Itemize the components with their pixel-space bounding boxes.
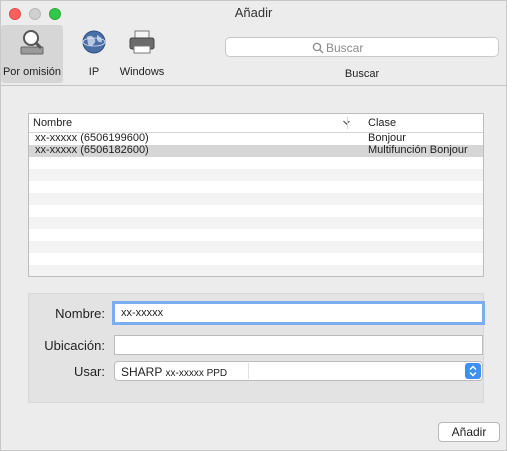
row-printer-class: Multifunción Bonjour: [368, 144, 468, 156]
row-printer-name: xx-xxxxx (6506199600): [35, 132, 149, 144]
empty-row: [29, 241, 483, 253]
printer-details-form: Nombre: xx-xxxxx Ubicación: Usar: SHARP …: [28, 293, 485, 403]
search-input[interactable]: Buscar: [225, 37, 499, 57]
window-title: Añadir: [234, 5, 273, 20]
printer-list-table[interactable]: Nombre Clase xx-xxxxx (6506199600) Bonjo…: [28, 113, 484, 277]
location-field-label: Ubicación:: [44, 338, 105, 353]
empty-row: [29, 265, 483, 276]
column-divider: [347, 117, 348, 129]
empty-row: [29, 217, 483, 229]
toolbar-windows-button[interactable]: Windows: [115, 25, 169, 83]
title-bar: Añadir: [1, 1, 506, 23]
select-arrows-icon[interactable]: [465, 363, 481, 379]
row-printer-name: xx-xxxxx (6506182600): [35, 144, 149, 156]
empty-row: [29, 181, 483, 193]
toolbar-windows-label: Windows: [119, 66, 165, 78]
row-printer-class: Bonjour: [368, 132, 406, 144]
windows-printer-icon: [129, 30, 155, 54]
name-field-label: Nombre:: [55, 306, 105, 321]
table-row-selected[interactable]: xx-xxxxx (6506182600) Multifunción Bonjo…: [29, 144, 483, 157]
default-printer-icon: [20, 30, 44, 55]
empty-row: [29, 229, 483, 241]
table-rows: xx-xxxxx (6506199600) Bonjour xx-xxxxx (…: [29, 132, 483, 276]
toolbar-ip-button[interactable]: IP: [71, 25, 117, 83]
empty-row: [29, 169, 483, 181]
main-content: Nombre Clase xx-xxxxx (6506199600) Bonjo…: [1, 86, 506, 450]
column-header-class[interactable]: Clase: [368, 117, 396, 129]
name-field[interactable]: xx-xxxxx: [112, 301, 485, 325]
add-printer-window: Añadir Por omisión IP Windows Buscar Bus…: [0, 0, 507, 451]
toolbar-default-label: Por omisión: [2, 66, 62, 78]
driver-brand: SHARP: [121, 365, 163, 379]
driver-select-value: SHARP xx-xxxxx PPD: [121, 365, 227, 379]
driver-select[interactable]: SHARP xx-xxxxx PPD: [114, 361, 483, 381]
empty-row: [29, 205, 483, 217]
globe-icon: [82, 30, 106, 54]
driver-model: xx-xxxxx PPD: [165, 368, 228, 379]
toolbar-ip-label: IP: [88, 66, 100, 78]
empty-row: [29, 157, 483, 169]
search-icon: [312, 42, 324, 54]
table-header: Nombre Clase: [29, 114, 483, 133]
empty-row: [29, 193, 483, 205]
empty-row: [29, 253, 483, 265]
search-placeholder: Buscar: [326, 41, 364, 55]
select-divider: [248, 363, 249, 379]
search-label: Buscar: [344, 68, 380, 80]
column-header-name[interactable]: Nombre: [33, 117, 72, 129]
toolbar-default-button[interactable]: Por omisión: [1, 25, 63, 83]
location-field[interactable]: [114, 335, 483, 355]
use-field-label: Usar:: [73, 364, 105, 379]
toolbar: Por omisión IP Windows Buscar Buscar: [1, 23, 506, 86]
add-button[interactable]: Añadir: [438, 422, 500, 442]
